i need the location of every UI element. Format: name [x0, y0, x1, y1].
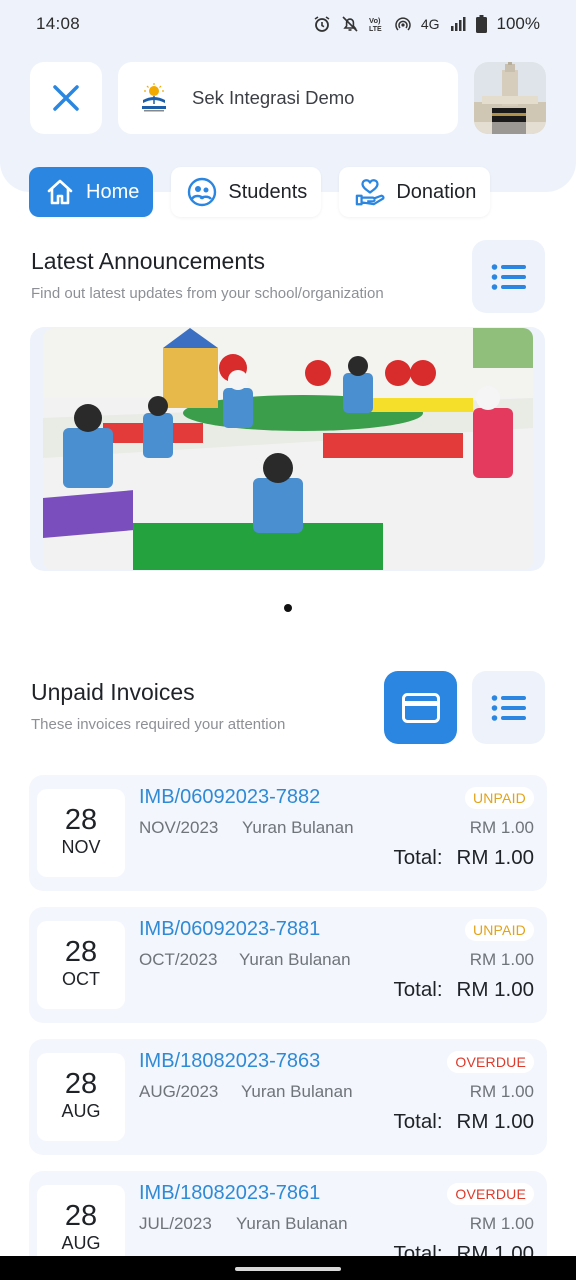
network-type: 4G: [420, 16, 440, 32]
close-button[interactable]: [30, 62, 102, 134]
status-bar: 14:08 Vo) LTE 4G 100%: [0, 0, 576, 48]
donation-icon: [355, 177, 385, 207]
invoice-total: Total: RM 1.00: [394, 978, 534, 1002]
total-value: RM 1.00: [456, 1110, 534, 1133]
invoice-card[interactable]: 28 AUG IMB/18082023-7863 AUG/2023 Yuran …: [29, 1039, 547, 1155]
invoice-month: NOV: [61, 837, 101, 857]
classroom-photo: [43, 328, 533, 570]
invoice-day: 28: [64, 936, 98, 968]
mute-icon: [341, 15, 359, 33]
tab-donation[interactable]: Donation: [339, 167, 491, 217]
volte-icon: Vo) LTE: [369, 15, 385, 33]
close-icon: [53, 85, 79, 111]
battery-percent: 100%: [496, 14, 540, 33]
invoice-number[interactable]: IMB/18082023-7861: [139, 1182, 320, 1205]
invoice-amount: RM 1.00: [469, 950, 534, 969]
credit-card-icon: [401, 692, 440, 723]
total-label: Total:: [393, 978, 443, 1001]
hotspot-icon: [395, 15, 411, 33]
announcements-subtitle: Find out latest updates from your school…: [31, 285, 384, 302]
invoice-month: OCT: [62, 969, 100, 989]
invoices-title: Unpaid Invoices: [31, 679, 195, 705]
invoice-number[interactable]: IMB/18082023-7863: [139, 1050, 320, 1073]
card-view-button[interactable]: [384, 671, 457, 744]
invoice-description: Yuran Bulanan: [241, 1082, 353, 1101]
main-tabs: Home Students Donation: [29, 167, 547, 217]
avatar[interactable]: [474, 62, 546, 134]
svg-text:Vo): Vo): [369, 16, 381, 25]
alarm-icon: [313, 15, 331, 33]
system-navigation-bar: [0, 1256, 576, 1280]
tab-students-label: Students: [228, 180, 308, 203]
app-header: Sek Integrasi Demo: [30, 62, 546, 134]
svg-text:LTE: LTE: [369, 26, 382, 33]
total-label: Total:: [393, 846, 443, 869]
invoice-day: 28: [64, 1200, 98, 1232]
announcement-photo[interactable]: [43, 328, 533, 570]
total-label: Total:: [393, 1110, 443, 1133]
list-icon: [491, 263, 526, 290]
carousel-indicator-dot[interactable]: [284, 604, 292, 612]
invoices-subtitle: These invoices required your attention: [31, 716, 286, 733]
invoice-period: JUL/2023: [139, 1214, 212, 1233]
signal-icon: [450, 15, 466, 33]
invoice-card[interactable]: 28 NOV IMB/06092023-7882 NOV/2023 Yuran …: [29, 775, 547, 891]
invoice-amount: RM 1.00: [469, 818, 534, 837]
home-gesture-handle[interactable]: [235, 1267, 341, 1271]
students-icon: [187, 177, 217, 207]
status-badge: UNPAID: [464, 787, 534, 809]
invoice-day: 28: [64, 1068, 98, 1100]
status-badge: UNPAID: [464, 919, 534, 941]
status-badge: OVERDUE: [447, 1051, 534, 1073]
tab-donation-label: Donation: [396, 180, 477, 203]
invoice-period: AUG/2023: [139, 1082, 219, 1101]
announcements-title: Latest Announcements: [31, 248, 265, 274]
screen: 14:08 Vo) LTE 4G 100% Sek Integrasi Demo…: [0, 0, 576, 1280]
invoice-date: 28 AUG: [37, 1053, 125, 1141]
status-badge: OVERDUE: [447, 1183, 534, 1205]
battery-icon: [475, 15, 487, 33]
invoice-description: Yuran Bulanan: [236, 1214, 348, 1233]
school-selector[interactable]: Sek Integrasi Demo: [118, 62, 458, 134]
invoice-number[interactable]: IMB/06092023-7882: [139, 786, 320, 809]
status-icons: Vo) LTE 4G 100%: [313, 14, 540, 34]
invoice-month: AUG: [61, 1233, 101, 1253]
invoice-card[interactable]: 28 OCT IMB/06092023-7881 OCT/2023 Yuran …: [29, 907, 547, 1023]
invoice-period: OCT/2023: [139, 950, 218, 969]
invoice-total: Total: RM 1.00: [394, 846, 534, 870]
invoices-list-button[interactable]: [472, 671, 545, 744]
invoice-description: Yuran Bulanan: [239, 950, 351, 969]
school-name: Sek Integrasi Demo: [192, 87, 355, 108]
announcements-list-button[interactable]: [472, 240, 545, 313]
status-time: 14:08: [36, 14, 81, 33]
invoice-period: NOV/2023: [139, 818, 219, 837]
invoice-date: 28 OCT: [37, 921, 125, 1009]
tab-home-label: Home: [86, 180, 140, 203]
home-icon: [45, 177, 75, 207]
total-value: RM 1.00: [456, 978, 534, 1001]
invoice-total: Total: RM 1.00: [394, 1110, 534, 1134]
school-logo-icon: [142, 83, 166, 112]
tab-students[interactable]: Students: [171, 167, 322, 217]
announcement-carousel[interactable]: [30, 327, 545, 571]
avatar-image: [474, 62, 546, 134]
invoice-date: 28 NOV: [37, 789, 125, 877]
invoice-amount: RM 1.00: [469, 1214, 534, 1233]
invoice-amount: RM 1.00: [469, 1082, 534, 1101]
invoice-month: AUG: [61, 1101, 101, 1121]
invoice-description: Yuran Bulanan: [242, 818, 354, 837]
tab-home[interactable]: Home: [29, 167, 154, 217]
invoice-number[interactable]: IMB/06092023-7881: [139, 918, 320, 941]
total-value: RM 1.00: [456, 846, 534, 869]
list-icon: [491, 694, 526, 721]
invoice-day: 28: [64, 804, 98, 836]
